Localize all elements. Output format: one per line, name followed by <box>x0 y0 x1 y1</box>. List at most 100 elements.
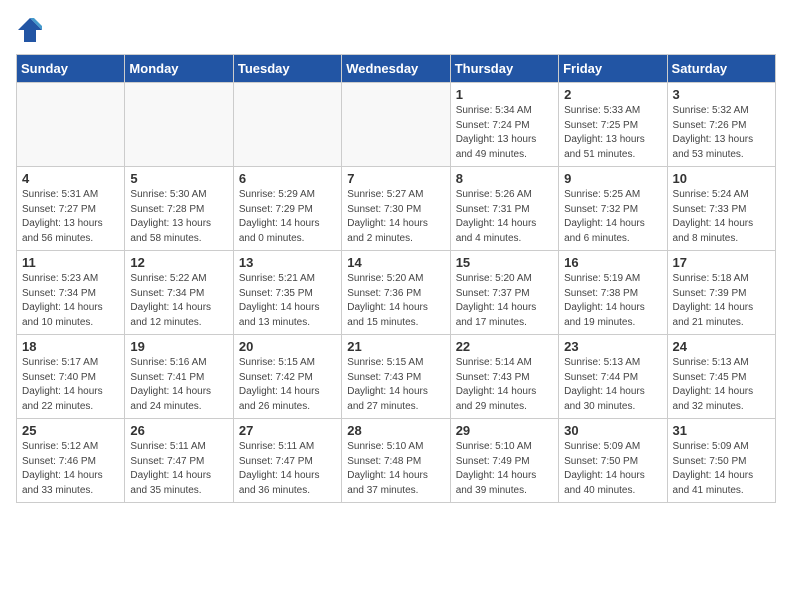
day-number: 22 <box>456 339 553 354</box>
day-info: Sunrise: 5:21 AM Sunset: 7:35 PM Dayligh… <box>239 272 336 330</box>
header-day-sunday: Sunday <box>17 55 125 83</box>
day-cell: 23 Sunrise: 5:13 AM Sunset: 7:44 PM Dayli… <box>559 335 667 419</box>
day-number: 26 <box>130 423 227 438</box>
logo <box>16 16 48 44</box>
day-cell: 14Sunrise: 5:20 AM Sunset: 7:36 PM Dayli… <box>342 251 450 335</box>
day-info: Sunrise: 5:13 AM Sunset: 7:44 PM Dayligh… <box>564 356 661 414</box>
week-row-0: 1 Sunrise: 5:34 AM Sunset: 7:24 PM Daylig… <box>17 83 776 167</box>
page: SundayMondayTuesdayWednesdayThursdayFrid… <box>0 0 792 612</box>
day-cell: 8 Sunrise: 5:26 AM Sunset: 7:31 PM Daylig… <box>450 167 558 251</box>
day-number: 15 <box>456 255 553 270</box>
day-cell: 15 Sunrise: 5:20 AM Sunset: 7:37 PM Dayli… <box>450 251 558 335</box>
day-info: Sunrise: 5:30 AM Sunset: 7:28 PM Dayligh… <box>130 188 227 246</box>
day-cell: 31 Sunrise: 5:09 AM Sunset: 7:50 PM Dayli… <box>667 419 775 503</box>
day-info: Sunrise: 5:11 AM Sunset: 7:47 PM Dayligh… <box>130 440 227 498</box>
day-info: Sunrise: 5:20 AM Sunset: 7:36 PM Dayligh… <box>347 272 444 330</box>
header-day-tuesday: Tuesday <box>233 55 341 83</box>
day-info: Sunrise: 5:33 AM Sunset: 7:25 PM Dayligh… <box>564 104 661 162</box>
day-number: 1 <box>456 87 553 102</box>
day-cell: 3 Sunrise: 5:32 AM Sunset: 7:26 PM Daylig… <box>667 83 775 167</box>
day-number: 25 <box>22 423 119 438</box>
day-cell <box>125 83 233 167</box>
header-day-saturday: Saturday <box>667 55 775 83</box>
day-cell: 11 Sunrise: 5:23 AM Sunset: 7:34 PM Dayli… <box>17 251 125 335</box>
day-number: 20 <box>239 339 336 354</box>
day-cell: 16 Sunrise: 5:19 AM Sunset: 7:38 PM Dayli… <box>559 251 667 335</box>
day-info: Sunrise: 5:18 AM Sunset: 7:39 PM Dayligh… <box>673 272 770 330</box>
day-number: 13 <box>239 255 336 270</box>
day-info: Sunrise: 5:19 AM Sunset: 7:38 PM Dayligh… <box>564 272 661 330</box>
calendar-table: SundayMondayTuesdayWednesdayThursdayFrid… <box>16 54 776 503</box>
day-cell <box>342 83 450 167</box>
day-number: 27 <box>239 423 336 438</box>
day-info: Sunrise: 5:13 AM Sunset: 7:45 PM Dayligh… <box>673 356 770 414</box>
week-row-2: 11 Sunrise: 5:23 AM Sunset: 7:34 PM Dayli… <box>17 251 776 335</box>
day-number: 9 <box>564 171 661 186</box>
day-info: Sunrise: 5:29 AM Sunset: 7:29 PM Dayligh… <box>239 188 336 246</box>
day-info: Sunrise: 5:11 AM Sunset: 7:47 PM Dayligh… <box>239 440 336 498</box>
header <box>16 16 776 44</box>
day-info: Sunrise: 5:15 AM Sunset: 7:43 PM Dayligh… <box>347 356 444 414</box>
day-cell: 21Sunrise: 5:15 AM Sunset: 7:43 PM Dayli… <box>342 335 450 419</box>
day-cell: 9 Sunrise: 5:25 AM Sunset: 7:32 PM Daylig… <box>559 167 667 251</box>
day-number: 5 <box>130 171 227 186</box>
day-cell: 5 Sunrise: 5:30 AM Sunset: 7:28 PM Daylig… <box>125 167 233 251</box>
header-row: SundayMondayTuesdayWednesdayThursdayFrid… <box>17 55 776 83</box>
week-row-1: 4Sunrise: 5:31 AM Sunset: 7:27 PM Daylig… <box>17 167 776 251</box>
week-row-3: 18 Sunrise: 5:17 AM Sunset: 7:40 PM Dayli… <box>17 335 776 419</box>
day-number: 18 <box>22 339 119 354</box>
header-day-wednesday: Wednesday <box>342 55 450 83</box>
calendar-body: 1 Sunrise: 5:34 AM Sunset: 7:24 PM Daylig… <box>17 83 776 503</box>
day-number: 17 <box>673 255 770 270</box>
day-info: Sunrise: 5:34 AM Sunset: 7:24 PM Dayligh… <box>456 104 553 162</box>
day-cell: 18 Sunrise: 5:17 AM Sunset: 7:40 PM Dayli… <box>17 335 125 419</box>
day-cell: 13 Sunrise: 5:21 AM Sunset: 7:35 PM Dayli… <box>233 251 341 335</box>
week-row-4: 25 Sunrise: 5:12 AM Sunset: 7:46 PM Dayli… <box>17 419 776 503</box>
day-number: 11 <box>22 255 119 270</box>
day-number: 8 <box>456 171 553 186</box>
day-cell: 25 Sunrise: 5:12 AM Sunset: 7:46 PM Dayli… <box>17 419 125 503</box>
day-cell: 17 Sunrise: 5:18 AM Sunset: 7:39 PM Dayli… <box>667 251 775 335</box>
day-info: Sunrise: 5:31 AM Sunset: 7:27 PM Dayligh… <box>22 188 119 246</box>
day-info: Sunrise: 5:27 AM Sunset: 7:30 PM Dayligh… <box>347 188 444 246</box>
day-number: 2 <box>564 87 661 102</box>
day-cell: 10Sunrise: 5:24 AM Sunset: 7:33 PM Dayli… <box>667 167 775 251</box>
day-cell: 27 Sunrise: 5:11 AM Sunset: 7:47 PM Dayli… <box>233 419 341 503</box>
day-info: Sunrise: 5:14 AM Sunset: 7:43 PM Dayligh… <box>456 356 553 414</box>
day-info: Sunrise: 5:15 AM Sunset: 7:42 PM Dayligh… <box>239 356 336 414</box>
day-info: Sunrise: 5:25 AM Sunset: 7:32 PM Dayligh… <box>564 188 661 246</box>
day-number: 30 <box>564 423 661 438</box>
day-info: Sunrise: 5:12 AM Sunset: 7:46 PM Dayligh… <box>22 440 119 498</box>
day-cell <box>233 83 341 167</box>
day-info: Sunrise: 5:17 AM Sunset: 7:40 PM Dayligh… <box>22 356 119 414</box>
day-info: Sunrise: 5:32 AM Sunset: 7:26 PM Dayligh… <box>673 104 770 162</box>
day-number: 7 <box>347 171 444 186</box>
day-info: Sunrise: 5:26 AM Sunset: 7:31 PM Dayligh… <box>456 188 553 246</box>
day-number: 31 <box>673 423 770 438</box>
day-number: 24 <box>673 339 770 354</box>
day-cell: 1 Sunrise: 5:34 AM Sunset: 7:24 PM Daylig… <box>450 83 558 167</box>
header-day-friday: Friday <box>559 55 667 83</box>
day-info: Sunrise: 5:20 AM Sunset: 7:37 PM Dayligh… <box>456 272 553 330</box>
logo-icon <box>16 16 44 44</box>
day-cell: 22 Sunrise: 5:14 AM Sunset: 7:43 PM Dayli… <box>450 335 558 419</box>
header-day-thursday: Thursday <box>450 55 558 83</box>
day-info: Sunrise: 5:09 AM Sunset: 7:50 PM Dayligh… <box>673 440 770 498</box>
day-cell: 2 Sunrise: 5:33 AM Sunset: 7:25 PM Daylig… <box>559 83 667 167</box>
day-number: 3 <box>673 87 770 102</box>
day-cell: 6Sunrise: 5:29 AM Sunset: 7:29 PM Daylig… <box>233 167 341 251</box>
day-info: Sunrise: 5:10 AM Sunset: 7:49 PM Dayligh… <box>456 440 553 498</box>
day-number: 12 <box>130 255 227 270</box>
day-cell <box>17 83 125 167</box>
day-number: 23 <box>564 339 661 354</box>
day-info: Sunrise: 5:23 AM Sunset: 7:34 PM Dayligh… <box>22 272 119 330</box>
day-cell: 30Sunrise: 5:09 AM Sunset: 7:50 PM Dayli… <box>559 419 667 503</box>
day-info: Sunrise: 5:16 AM Sunset: 7:41 PM Dayligh… <box>130 356 227 414</box>
day-cell: 28Sunrise: 5:10 AM Sunset: 7:48 PM Dayli… <box>342 419 450 503</box>
day-cell: 29Sunrise: 5:10 AM Sunset: 7:49 PM Dayli… <box>450 419 558 503</box>
day-info: Sunrise: 5:10 AM Sunset: 7:48 PM Dayligh… <box>347 440 444 498</box>
day-cell: 26 Sunrise: 5:11 AM Sunset: 7:47 PM Dayli… <box>125 419 233 503</box>
calendar-header: SundayMondayTuesdayWednesdayThursdayFrid… <box>17 55 776 83</box>
day-number: 10 <box>673 171 770 186</box>
day-number: 16 <box>564 255 661 270</box>
